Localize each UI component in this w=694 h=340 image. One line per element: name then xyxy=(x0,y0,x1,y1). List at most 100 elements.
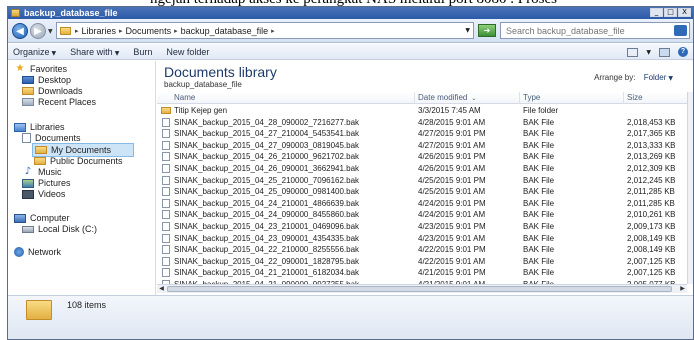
file-size: 2,017,365 KB xyxy=(627,129,676,139)
file-name: SINAK_backup_2015_04_26_210000_9621702.b… xyxy=(174,152,360,162)
nav-computer[interactable]: Computer xyxy=(14,213,70,223)
nav-documents[interactable]: Documents xyxy=(22,133,81,143)
folder-icon xyxy=(11,9,20,17)
share-with-button[interactable]: Share with ▼ xyxy=(70,47,119,57)
nav-downloads[interactable]: Downloads xyxy=(22,86,83,96)
file-row[interactable]: SINAK_backup_2015_04_24_090000_8455860.b… xyxy=(157,209,693,221)
horizontal-scrollbar[interactable]: ◀ ▶ xyxy=(157,284,687,293)
file-date-modified: 4/25/2015 9:01 PM xyxy=(418,175,486,185)
back-button[interactable]: ◀ xyxy=(12,23,28,39)
file-type: BAK File xyxy=(523,164,555,173)
file-size: 2,008,149 KB xyxy=(627,245,676,255)
search-box[interactable] xyxy=(500,22,690,39)
nav-label: Libraries xyxy=(30,122,65,132)
file-row[interactable]: Titip Kejep gen 3/3/2015 7:45 AM File fold… xyxy=(157,105,693,117)
file-row[interactable]: SINAK_backup_2015_04_27_210004_5453541.b… xyxy=(157,128,693,140)
scroll-left-icon[interactable]: ◀ xyxy=(157,285,166,293)
chevron-right-icon[interactable]: ▸ xyxy=(119,27,123,35)
file-type: BAK File xyxy=(523,140,555,150)
file-date-modified: 4/28/2015 9:01 AM xyxy=(418,117,486,127)
file-date-modified: 4/24/2015 9:01 AM xyxy=(418,210,486,220)
file-row[interactable]: SINAK_backup_2015_04_23_210001_0469096.b… xyxy=(157,221,693,233)
navigation-pane: ★ Favorites Desktop Downloads Recent Plac… xyxy=(8,61,156,295)
file-date-modified: 4/21/2015 9:01 PM xyxy=(418,268,486,278)
file-type: BAK File xyxy=(523,198,555,208)
nav-public-documents[interactable]: Public Documents xyxy=(34,156,123,166)
file-row[interactable]: SINAK_backup_2015_04_24_210001_4866639.b… xyxy=(157,198,693,210)
burn-button[interactable]: Burn xyxy=(133,47,152,57)
minimize-button[interactable]: _ xyxy=(650,8,663,17)
file-name: SINAK_backup_2015_04_28_090002_7216277.b… xyxy=(174,117,360,127)
breadcrumb-libraries[interactable]: Libraries xyxy=(82,26,117,36)
file-row[interactable]: SINAK_backup_2015_04_26_090001_3662941.b… xyxy=(157,163,693,175)
column-divider[interactable] xyxy=(623,92,624,104)
folder-icon xyxy=(34,157,46,165)
file-name: Titip Kejep gen xyxy=(174,106,228,115)
file-name: SINAK_backup_2015_04_26_090001_3662941.b… xyxy=(174,164,360,173)
breadcrumb-documents[interactable]: Documents xyxy=(126,26,172,36)
preview-pane-icon[interactable] xyxy=(659,47,670,57)
document-icon xyxy=(22,133,31,143)
file-row[interactable]: SINAK_backup_2015_04_21_210001_6182034.b… xyxy=(157,267,693,279)
refresh-button[interactable]: ➜ xyxy=(478,24,496,37)
nav-local-disk[interactable]: Local Disk (C:) xyxy=(22,224,97,234)
close-button[interactable]: X xyxy=(678,8,691,17)
file-row[interactable]: SINAK_backup_2015_04_22_210000_8255556.b… xyxy=(157,244,693,256)
nav-recent-places[interactable]: Recent Places xyxy=(22,97,96,107)
file-size: 2,007,125 KB xyxy=(627,268,676,278)
nav-favorites[interactable]: ★ Favorites xyxy=(14,64,68,75)
nav-libraries[interactable]: Libraries xyxy=(14,122,65,132)
file-name: SINAK_backup_2015_04_23_090001_4354335.b… xyxy=(174,233,360,243)
file-row[interactable]: SINAK_backup_2015_04_22_090001_1828795.b… xyxy=(157,256,693,268)
file-row[interactable]: SINAK_backup_2015_04_25_210000_7096162.b… xyxy=(157,175,693,187)
change-view-icon[interactable] xyxy=(627,47,639,57)
new-folder-button[interactable]: New folder xyxy=(166,47,209,57)
file-row[interactable]: SINAK_backup_2015_04_25_090000_0981400.b… xyxy=(157,186,693,198)
file-row[interactable]: SINAK_backup_2015_04_26_210000_9621702.b… xyxy=(157,151,693,163)
search-icon[interactable] xyxy=(674,25,687,36)
help-icon[interactable]: ? xyxy=(678,47,688,57)
title-bar[interactable]: backup_database_file _ □ X xyxy=(8,7,693,19)
chevron-down-icon[interactable]: ▼ xyxy=(646,49,651,56)
file-size: 2,007,125 KB xyxy=(627,256,676,266)
column-header-type[interactable]: Type xyxy=(523,93,540,102)
scroll-right-icon[interactable]: ▶ xyxy=(678,285,687,293)
search-input[interactable] xyxy=(506,25,666,36)
chevron-right-icon[interactable]: ▸ xyxy=(75,27,79,35)
forward-button[interactable]: ▶ xyxy=(30,23,46,39)
column-divider[interactable] xyxy=(519,92,520,104)
vertical-scrollbar[interactable] xyxy=(687,92,693,284)
file-row[interactable]: SINAK_backup_2015_04_23_090001_4354335.b… xyxy=(157,233,693,245)
maximize-button[interactable]: □ xyxy=(664,8,677,17)
nav-pictures[interactable]: Pictures xyxy=(22,178,71,188)
file-type: BAK File xyxy=(523,129,555,139)
file-type: BAK File xyxy=(523,256,555,266)
chevron-right-icon[interactable]: ▸ xyxy=(271,27,275,35)
file-row[interactable]: SINAK_backup_2015_04_27_090003_0819045.b… xyxy=(157,140,693,152)
column-divider[interactable] xyxy=(414,92,415,104)
chevron-down-icon[interactable]: ▼ xyxy=(465,27,470,34)
column-header-date[interactable]: Date modified ⌄ xyxy=(418,93,476,102)
breadcrumb[interactable]: ▸ Libraries ▸ Documents ▸ backup_databas… xyxy=(56,22,474,39)
nav-music[interactable]: ♪ Music xyxy=(22,167,62,178)
file-row[interactable]: SINAK_backup_2015_04_28_090002_7216277.b… xyxy=(157,117,693,129)
column-header-size[interactable]: Size xyxy=(627,93,643,102)
arrange-by-dropdown[interactable]: Folder ▼ xyxy=(644,73,673,82)
nav-my-documents[interactable]: My Documents xyxy=(32,143,135,157)
nav-network[interactable]: Network xyxy=(14,247,61,257)
folder-icon xyxy=(35,146,47,154)
recent-pages-dropdown-icon[interactable]: ▼ xyxy=(48,28,53,35)
chevron-right-icon[interactable]: ▸ xyxy=(174,27,178,35)
nav-desktop[interactable]: Desktop xyxy=(22,75,71,85)
organize-button[interactable]: Organize ▼ xyxy=(13,47,56,57)
nav-label: Local Disk (C:) xyxy=(38,224,98,234)
file-size: 2,011,285 KB xyxy=(627,198,675,208)
computer-icon xyxy=(14,213,26,223)
breadcrumb-backup-database-file[interactable]: backup_database_file xyxy=(181,26,269,36)
nav-videos[interactable]: Videos xyxy=(22,189,65,199)
folder-icon xyxy=(60,26,71,35)
nav-label: Videos xyxy=(38,189,66,199)
column-header-name[interactable]: Name xyxy=(174,93,195,102)
scrollbar-thumb[interactable] xyxy=(167,286,672,292)
file-icon xyxy=(162,233,170,243)
